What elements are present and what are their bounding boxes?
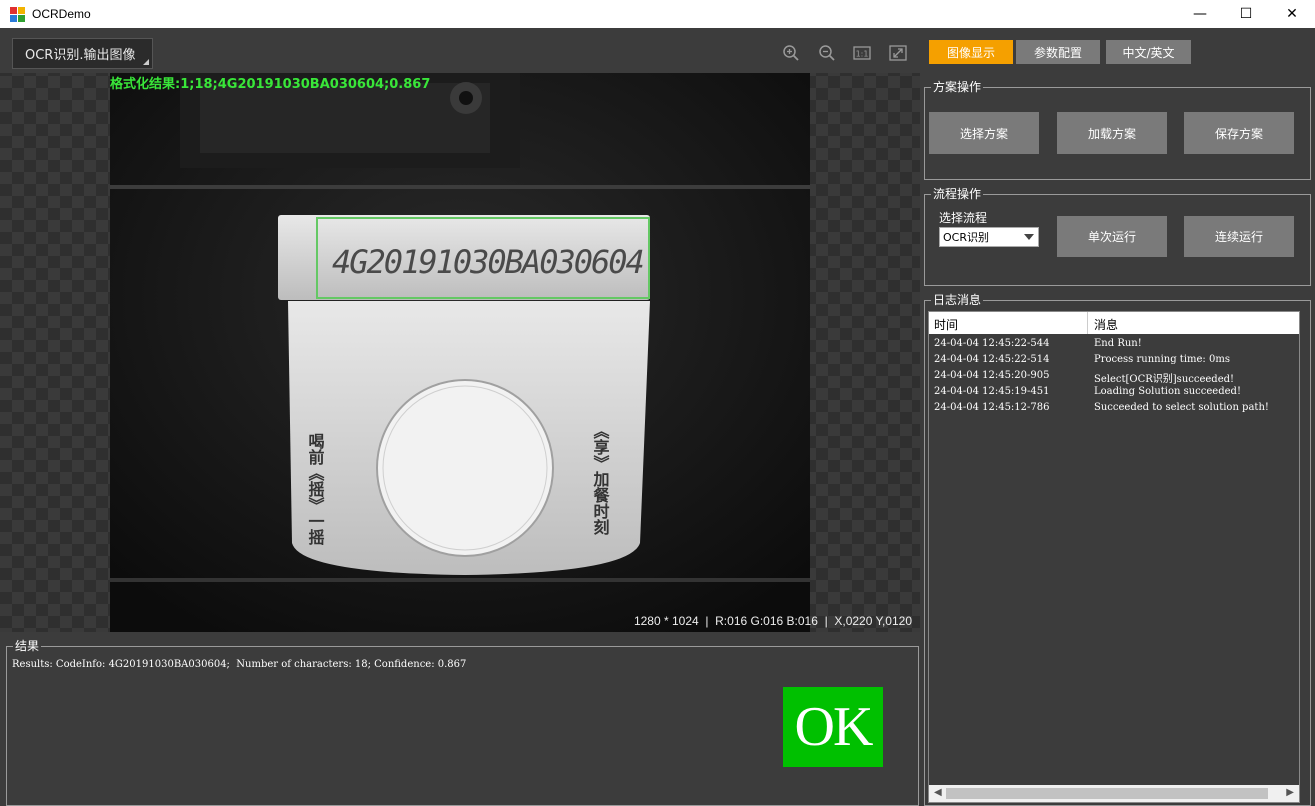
image-resolution: 1280 * 1024	[633, 614, 699, 628]
scheme-group-label: 方案操作	[931, 80, 984, 94]
zoom-in-icon[interactable]	[782, 44, 800, 62]
control-panel: 图像显示 参数配置 中文/英文 方案操作 选择方案 加载方案 保存方案 流程操作…	[920, 28, 1315, 806]
title-bar: OCRDemo — ☐ ✕	[0, 0, 1315, 28]
scroll-left-icon[interactable]: ◀	[934, 787, 942, 798]
flow-select[interactable]: OCR识别	[939, 227, 1039, 247]
log-row[interactable]: 24-04-04 12:45:22-544 End Run!	[929, 338, 1299, 354]
maximize-button[interactable]: ☐	[1223, 0, 1269, 28]
dropdown-corner-icon	[143, 59, 149, 65]
run-once-button[interactable]: 单次运行	[1057, 216, 1167, 257]
tab-parameter-config[interactable]: 参数配置	[1016, 40, 1100, 64]
log-table[interactable]: 时间 消息 24-04-04 12:45:22-544 End Run! 24-…	[928, 311, 1300, 803]
image-source-label: OCR识别.输出图像	[25, 48, 136, 63]
camera-image: 4G20191030BA030604 喝前《摇》一摇 《享》加餐时刻	[110, 73, 810, 632]
cursor-coords: X,0220 Y,0120	[834, 614, 912, 628]
image-source-selector[interactable]: OCR识别.输出图像	[12, 38, 153, 69]
flow-select-value: OCR识别	[943, 231, 989, 244]
image-viewer[interactable]: OCR识别.输出图像 1:1 4G20191030BA030604 喝前《摇》一…	[0, 28, 920, 632]
save-scheme-button[interactable]: 保存方案	[1184, 112, 1294, 154]
log-row[interactable]: 24-04-04 12:45:20-905 Select[OCR识别]succe…	[929, 370, 1299, 386]
pixel-rgb: R:016 G:016 B:016	[715, 614, 818, 628]
select-flow-label: 选择流程	[939, 211, 988, 225]
window-title: OCRDemo	[32, 7, 91, 21]
result-text: Results: CodeInfo: 4G20191030BA030604; N…	[12, 659, 467, 670]
log-group-label: 日志消息	[931, 293, 984, 307]
load-scheme-button[interactable]: 加载方案	[1057, 112, 1167, 154]
image-status-bar: 1280 * 1024 | R:016 G:016 B:016 | X,0220…	[633, 614, 912, 628]
select-scheme-button[interactable]: 选择方案	[929, 112, 1039, 154]
tab-image-display[interactable]: 图像显示	[929, 40, 1013, 64]
image-toolbar: OCR识别.输出图像 1:1	[0, 28, 920, 73]
carton-right-text: 《享》加餐时刻	[591, 423, 611, 536]
close-button[interactable]: ✕	[1269, 0, 1315, 28]
chevron-down-icon	[1024, 234, 1034, 240]
svg-text:1:1: 1:1	[856, 50, 869, 59]
log-table-header: 时间 消息	[929, 312, 1299, 334]
run-continuous-button[interactable]: 连续运行	[1184, 216, 1294, 257]
ocr-format-result: 格式化结果:1;18;4G20191030BA030604;0.867	[110, 77, 431, 92]
app-icon	[10, 6, 26, 22]
result-panel: 结果 Results: CodeInfo: 4G20191030BA030604…	[0, 632, 920, 806]
scroll-right-icon[interactable]: ▶	[1286, 787, 1294, 798]
carton-left-text: 喝前《摇》一摇	[306, 433, 325, 546]
log-row[interactable]: 24-04-04 12:45:19-451 Loading Solution s…	[929, 386, 1299, 402]
result-group-label: 结果	[13, 639, 42, 653]
ok-status-badge: OK	[783, 687, 883, 767]
column-header-message[interactable]: 消息	[1094, 316, 1118, 333]
zoom-out-icon[interactable]	[818, 44, 836, 62]
scrollbar-thumb[interactable]	[946, 788, 1268, 799]
log-row[interactable]: 24-04-04 12:45:12-786 Succeeded to selec…	[929, 402, 1299, 418]
column-header-time[interactable]: 时间	[934, 316, 958, 333]
horizontal-scrollbar[interactable]: ◀ ▶	[929, 785, 1299, 802]
log-row[interactable]: 24-04-04 12:45:22-514 Process running ti…	[929, 354, 1299, 370]
printed-ocr-code: 4G20191030BA030604	[332, 243, 643, 281]
fit-window-icon[interactable]	[889, 44, 907, 62]
minimize-button[interactable]: —	[1177, 0, 1223, 28]
tab-language[interactable]: 中文/英文	[1106, 40, 1191, 64]
flow-group-label: 流程操作	[931, 187, 984, 201]
actual-size-icon[interactable]: 1:1	[853, 44, 871, 62]
